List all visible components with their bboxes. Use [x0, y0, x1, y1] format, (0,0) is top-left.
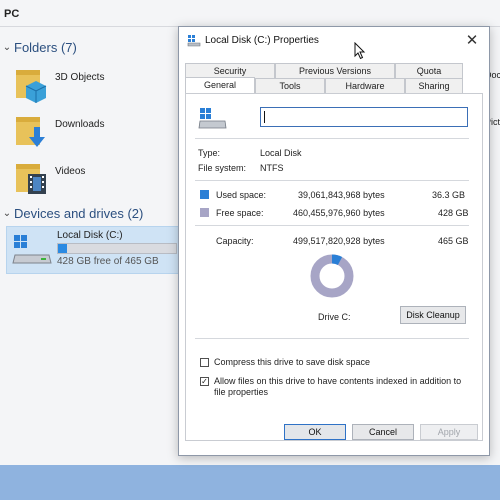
free-space-swatch — [200, 208, 209, 217]
folders-header-label: Folders (7) — [14, 40, 77, 55]
folder-label: Downloads — [55, 119, 105, 130]
compress-label[interactable]: Compress this drive to save disk space — [214, 357, 474, 368]
tab-security[interactable]: Security — [185, 63, 275, 78]
capacity-bytes: 499,517,820,928 bytes — [293, 236, 385, 246]
tab-tools[interactable]: Tools — [255, 78, 325, 93]
drive-icon — [187, 35, 201, 47]
checkmark-icon: ✓ — [201, 377, 208, 386]
capacity-size: 465 GB — [438, 236, 469, 246]
free-space-bytes: 460,455,976,960 bytes — [293, 208, 385, 218]
tab-quota[interactable]: Quota — [395, 63, 463, 78]
folder-downloads[interactable]: Downloads — [12, 113, 172, 155]
used-space-bytes: 39,061,843,968 bytes — [298, 190, 385, 200]
folder-videos[interactable]: Videos — [12, 160, 172, 202]
file-system-label: File system: — [198, 163, 247, 173]
free-space-size: 428 GB — [438, 208, 469, 218]
ok-button[interactable]: OK — [284, 424, 346, 440]
divider — [195, 138, 469, 139]
chevron-down-icon[interactable]: ⌄ — [0, 42, 14, 53]
mouse-cursor-icon — [354, 42, 366, 60]
tab-sharing[interactable]: Sharing — [405, 78, 463, 93]
donut-free-segment — [310, 254, 354, 298]
text-caret — [264, 111, 265, 123]
window-title: PC — [4, 8, 20, 20]
type-label: Type: — [198, 148, 221, 158]
tab-previous-versions[interactable]: Previous Versions — [275, 63, 395, 78]
drive-usage-fill — [58, 244, 68, 253]
drive-name: Local Disk (C:) — [57, 230, 123, 241]
folder-label: 3D Objects — [55, 72, 105, 83]
apply-button[interactable]: Apply — [420, 424, 478, 440]
devices-header-label: Devices and drives (2) — [14, 206, 144, 221]
divider — [195, 180, 469, 181]
disk-usage-donut — [310, 254, 354, 298]
hard-drive-icon — [198, 108, 227, 129]
properties-dialog: Local Disk (C:) Properties ✕ Security Pr… — [178, 26, 490, 456]
taskbar — [0, 465, 500, 500]
videos-folder-icon — [16, 164, 46, 194]
hard-drive-icon — [12, 235, 52, 264]
used-space-size: 36.3 GB — [432, 190, 466, 200]
used-space-swatch — [200, 190, 209, 199]
folders-header[interactable]: ⌄ Folders (7) — [0, 40, 77, 55]
folder-label: Videos — [55, 166, 86, 177]
file-system-value: NTFS — [260, 163, 284, 173]
tab-row-bottom: General Tools Hardware Sharing — [185, 77, 463, 94]
used-space-label: Used space: — [216, 190, 267, 200]
downloads-folder-icon — [16, 117, 45, 147]
general-panel: Type: Local Disk File system: NTFS Used … — [185, 93, 483, 441]
drive-usage-bar — [57, 243, 177, 254]
capacity-label: Capacity: — [216, 236, 254, 246]
tab-row-top: Security Previous Versions Quota — [185, 63, 463, 78]
divider — [195, 225, 469, 226]
index-label[interactable]: Allow files on this drive to have conten… — [214, 376, 470, 398]
index-checkbox[interactable]: ✓ — [200, 377, 209, 386]
chevron-down-icon[interactable]: ⌄ — [0, 208, 14, 219]
dialog-titlebar[interactable]: Local Disk (C:) Properties ✕ — [179, 27, 489, 57]
tab-general[interactable]: General — [185, 77, 255, 94]
devices-header[interactable]: ⌄ Devices and drives (2) — [0, 206, 144, 221]
type-value: Local Disk — [260, 148, 302, 158]
drive-local-disk-c[interactable]: Local Disk (C:) 428 GB free of 465 GB — [6, 226, 182, 274]
compress-checkbox[interactable] — [200, 358, 209, 367]
close-icon[interactable]: ✕ — [463, 32, 481, 50]
3d-objects-folder-icon — [16, 70, 47, 103]
drive-name-input[interactable] — [260, 107, 468, 127]
tab-hardware[interactable]: Hardware — [325, 78, 405, 93]
dialog-title: Local Disk (C:) Properties — [205, 35, 319, 46]
free-space-label: Free space: — [216, 208, 264, 218]
cancel-button[interactable]: Cancel — [352, 424, 414, 440]
drive-free-text: 428 GB free of 465 GB — [57, 256, 159, 267]
folder-3d-objects[interactable]: 3D Objects — [12, 66, 172, 108]
drive-label: Drive C: — [318, 312, 351, 322]
disk-cleanup-button[interactable]: Disk Cleanup — [400, 306, 466, 324]
divider — [195, 338, 469, 339]
